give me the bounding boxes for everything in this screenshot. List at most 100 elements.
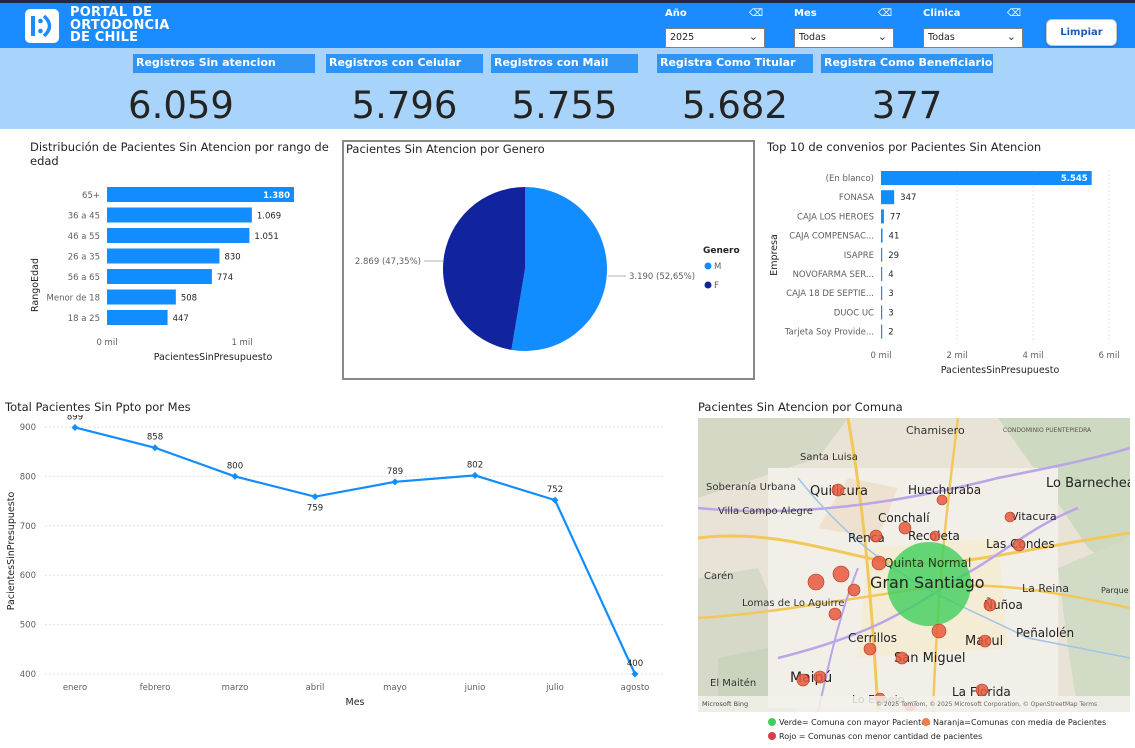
conv-value-label: 3 [888, 289, 893, 299]
map-place: Lo Barnechea [1046, 476, 1130, 491]
line-point[interactable] [151, 444, 159, 452]
chevron-down-icon: ⌄ [1006, 30, 1016, 43]
age-value-label: 774 [217, 273, 233, 283]
conv-bar[interactable] [881, 305, 883, 320]
kpi-value: 5.796 [351, 84, 458, 127]
eraser-icon[interactable]: ⌫ [749, 8, 763, 19]
map-bubble-red[interactable] [975, 683, 989, 697]
month-dropdown[interactable]: Todas ⌄ [794, 28, 894, 48]
map-bubble-red[interactable] [871, 555, 887, 571]
map-bubble-red[interactable] [863, 642, 877, 656]
line-x-tick: agosto [621, 683, 650, 693]
map-bubble-red[interactable] [828, 607, 842, 621]
map-bing-logo: Microsoft Bing [702, 700, 748, 708]
line-point[interactable] [471, 471, 479, 479]
conv-bar[interactable] [881, 324, 883, 339]
year-slicer[interactable]: Año ⌫ 2025 ⌄ [665, 8, 765, 48]
map-bubble-red[interactable] [929, 530, 941, 542]
age-bar[interactable] [107, 248, 220, 264]
map-bubble-red[interactable] [813, 670, 827, 684]
line-y-tick: 700 [20, 522, 36, 532]
line-x-tick: abril [306, 683, 325, 693]
gender-pie-chart[interactable]: Genero M F 3.190 (52,65%) 2.869 (47,35%) [344, 142, 753, 378]
line-point[interactable] [631, 670, 639, 678]
map-bubble-red[interactable] [895, 651, 909, 665]
kpi-card: Registros Sin atencion 6.059 [128, 54, 315, 127]
kpi-value: 5.755 [511, 84, 618, 127]
conv-x-tick: 4 mil [1022, 351, 1043, 361]
map-bubble-red[interactable] [847, 583, 861, 597]
map-bubble-red[interactable] [983, 598, 997, 612]
map-bubble-red[interactable] [931, 623, 947, 639]
clinic-slicer[interactable]: Clinica ⌫ Todas ⌄ [923, 8, 1023, 48]
conv-value-label: 41 [889, 232, 900, 242]
gender-legend-title: Genero [703, 246, 740, 256]
map-bubble-red[interactable] [831, 483, 845, 497]
conv-bar[interactable] [881, 228, 883, 243]
map-bubble-red[interactable] [898, 521, 912, 535]
conv-bar[interactable] [881, 209, 884, 224]
map-bubble-red[interactable] [796, 673, 810, 687]
conv-value-label: 4 [888, 270, 893, 280]
pie-slice[interactable] [442, 187, 525, 350]
conv-category-label: DUOC UC [834, 308, 874, 318]
monthly-line-chart[interactable]: PacientesSinPresupuesto Mes 400 500 600 700… [0, 415, 680, 715]
convenios-chart[interactable]: Empresa 0 mil 2 mil 4 mil 6 mil Paciente… [760, 165, 1132, 380]
map-place: Huechuraba [908, 483, 981, 497]
line-point[interactable] [311, 493, 319, 501]
conv-category-label: FONASA [839, 193, 874, 203]
monthly-y-axis-title: PacientesSinPresupuesto [6, 492, 17, 611]
conv-bar[interactable] [881, 247, 883, 262]
age-category-label: 18 a 25 [68, 314, 100, 324]
kpi-title: Registros Sin atencion [133, 54, 315, 73]
conv-value-label: 5.545 [1061, 174, 1088, 184]
map-place: Carén [704, 570, 734, 582]
kpi-card: Registros con Mail 5.755 [491, 54, 638, 127]
map-bubble-red[interactable] [1004, 511, 1016, 523]
year-dropdown[interactable]: 2025 ⌄ [665, 28, 765, 48]
kpi-title: Registra Como Beneficiario [821, 54, 993, 73]
line-point[interactable] [71, 423, 79, 431]
map-bubble-red[interactable] [936, 494, 948, 506]
map-place: Vitacura [1011, 510, 1057, 523]
conv-value-label: 3 [888, 308, 893, 318]
clinic-dropdown[interactable]: Todas ⌄ [923, 28, 1023, 48]
clear-filters-button[interactable]: Limpiar [1046, 19, 1117, 46]
conv-bar[interactable] [881, 267, 883, 281]
map-place: La Reina [1022, 582, 1069, 595]
conv-bar[interactable] [881, 190, 895, 205]
map-bubble-red[interactable] [978, 634, 992, 648]
conv-bar[interactable] [881, 286, 883, 301]
eraser-icon[interactable]: ⌫ [878, 8, 892, 19]
comuna-map[interactable]: Chamisero CONDOMINIO PUENTEPIEDRA Santa … [698, 418, 1130, 712]
line-point[interactable] [551, 496, 559, 504]
month-slicer[interactable]: Mes ⌫ Todas ⌄ [794, 8, 894, 48]
eraser-icon[interactable]: ⌫ [1007, 8, 1021, 19]
age-bar[interactable] [107, 207, 252, 223]
age-bar[interactable] [107, 310, 168, 325]
gender-chart-frame[interactable]: Pacientes Sin Atencion por Genero Genero… [342, 140, 755, 380]
conv-category-label: CAJA COMPENSAC... [789, 232, 874, 242]
line-data-label: 752 [547, 485, 563, 495]
pie-slice[interactable] [511, 187, 607, 351]
map-bubble-red[interactable] [869, 529, 883, 543]
legend-dot-f [704, 281, 712, 289]
line-point[interactable] [231, 472, 239, 480]
map-bubble-red[interactable] [1012, 538, 1026, 552]
age-x-axis-title: PacientesSinPresupuesto [154, 352, 273, 363]
age-bar[interactable] [107, 269, 212, 284]
age-bar[interactable] [107, 289, 176, 305]
map-place: Gran Santiago [870, 573, 985, 592]
map-bubble-red[interactable] [832, 565, 850, 583]
map-canvas[interactable]: Chamisero CONDOMINIO PUENTEPIEDRA Santa … [698, 418, 1130, 712]
monthly-chart-title: Total Pacientes Sin Ppto por Mes [5, 400, 191, 414]
kpi-value: 377 [871, 84, 943, 127]
line-point[interactable] [391, 478, 399, 486]
conv-category-label: CAJA LOS HEROES [797, 212, 874, 222]
age-bar[interactable] [107, 228, 250, 243]
line-data-label: 800 [227, 461, 243, 471]
map-bubble-red[interactable] [807, 573, 825, 591]
line-series-path[interactable] [74, 426, 636, 675]
age-distribution-chart[interactable]: RangoEdad 0 mil 1 mil PacientesSinPresup… [0, 170, 335, 370]
line-y-tick: 900 [20, 423, 36, 433]
